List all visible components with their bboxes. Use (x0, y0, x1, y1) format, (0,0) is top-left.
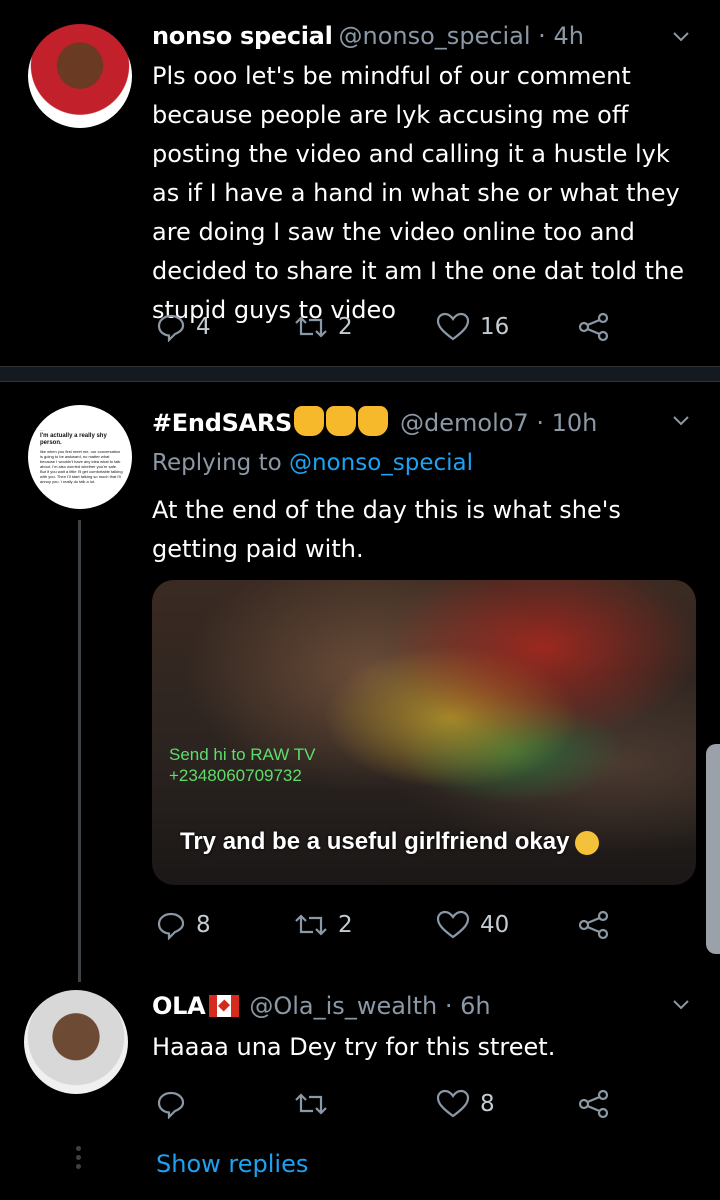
avatar-text-title: I'm actually a really shy person. (40, 433, 107, 446)
like-button[interactable]: 8 (436, 1084, 495, 1124)
tweet-text: At the end of the day this is what she's… (152, 496, 621, 563)
tweet-actions: 8 2 40 (152, 905, 622, 945)
media-watermark: Send hi to RAW TV +2348060709732 (169, 744, 315, 786)
media-caption: Try and be a useful girlfriend okay (180, 828, 600, 856)
tweet-nonso-special[interactable]: nonso special @nonso_special · 4h Pls ooo… (0, 0, 720, 366)
tweet-header: #EndSARS @demolo7 · 10h (152, 406, 597, 437)
retweet-button[interactable] (294, 1084, 338, 1124)
show-replies-link[interactable]: Show replies (156, 1150, 308, 1178)
media-video[interactable]: Send hi to RAW TV +2348060709732 Try and… (152, 580, 696, 885)
avatar-text-body: like when you first meet me, our convers… (40, 449, 123, 484)
retweet-button[interactable]: 2 (294, 307, 353, 347)
worried-face-emoji (575, 830, 600, 855)
reply-button[interactable] (156, 1084, 196, 1124)
author-name[interactable]: OLA (152, 992, 206, 1020)
like-count: 8 (480, 1091, 495, 1117)
raised-fist-emoji (326, 406, 356, 436)
share-icon (578, 1089, 609, 1119)
author-handle[interactable]: @demolo7 · 10h (400, 409, 597, 437)
chevron-down-icon[interactable] (672, 996, 690, 1014)
share-icon (578, 312, 609, 342)
mention-link[interactable]: @nonso_special (289, 450, 473, 476)
raised-fist-emoji (358, 406, 388, 436)
author-name[interactable]: nonso special (152, 22, 333, 50)
share-button[interactable] (578, 905, 610, 945)
tweet-actions: 4 2 16 (152, 307, 622, 347)
tweet-text: Haaaa una Dey try for this street. (152, 1033, 556, 1061)
avatar[interactable] (28, 24, 132, 128)
retweet-icon (295, 1093, 327, 1115)
canada-flag-emoji (209, 995, 240, 1017)
like-count: 16 (480, 314, 510, 340)
author-handle[interactable]: @nonso_special · 4h (339, 22, 584, 50)
like-count: 40 (480, 912, 510, 938)
tweet-actions: 8 (152, 1084, 622, 1124)
watermark-line2: +2348060709732 (169, 766, 302, 785)
raised-fist-emoji (294, 406, 324, 436)
avatar[interactable] (24, 990, 128, 1094)
like-icon (436, 910, 470, 939)
retweet-count: 2 (338, 314, 353, 340)
like-icon (436, 1089, 470, 1118)
reply-button[interactable]: 4 (156, 307, 211, 347)
reply-count: 4 (196, 314, 211, 340)
tweet-text: Pls ooo let's be mindful of our comment … (152, 62, 685, 324)
retweet-icon (295, 914, 327, 936)
share-button[interactable] (578, 1084, 610, 1124)
like-icon (436, 312, 470, 341)
tweet-header: nonso special @nonso_special · 4h (152, 22, 584, 50)
watermark-line1: Send hi to RAW TV (169, 745, 316, 764)
reply-button[interactable]: 8 (156, 905, 211, 945)
reply-icon (157, 314, 185, 342)
tweet-header: OLA @Ola_is_wealth · 6h (152, 992, 491, 1020)
retweet-count: 2 (338, 912, 353, 938)
share-icon (578, 910, 609, 940)
chevron-down-icon[interactable] (672, 28, 690, 46)
author-handle[interactable]: @Ola_is_wealth · 6h (249, 992, 490, 1020)
caption-text: Try and be a useful girlfriend okay (180, 828, 570, 855)
reply-icon (157, 912, 185, 940)
author-name[interactable]: #EndSARS (152, 409, 292, 437)
like-button[interactable]: 40 (436, 905, 509, 945)
share-button[interactable] (578, 307, 610, 347)
retweet-icon (295, 316, 327, 338)
reply-icon (157, 1091, 185, 1119)
retweet-button[interactable]: 2 (294, 905, 353, 945)
reply-count: 8 (196, 912, 211, 938)
like-button[interactable]: 16 (436, 307, 509, 347)
avatar[interactable]: ... I'm actually a really shy person. li… (28, 405, 132, 509)
replying-prefix: Replying to (152, 450, 282, 476)
replying-to: Replying to @nonso_special (152, 450, 473, 476)
scrollbar-thumb[interactable] (706, 744, 720, 954)
more-replies-dots (76, 1146, 82, 1173)
chevron-down-icon[interactable] (672, 412, 690, 430)
